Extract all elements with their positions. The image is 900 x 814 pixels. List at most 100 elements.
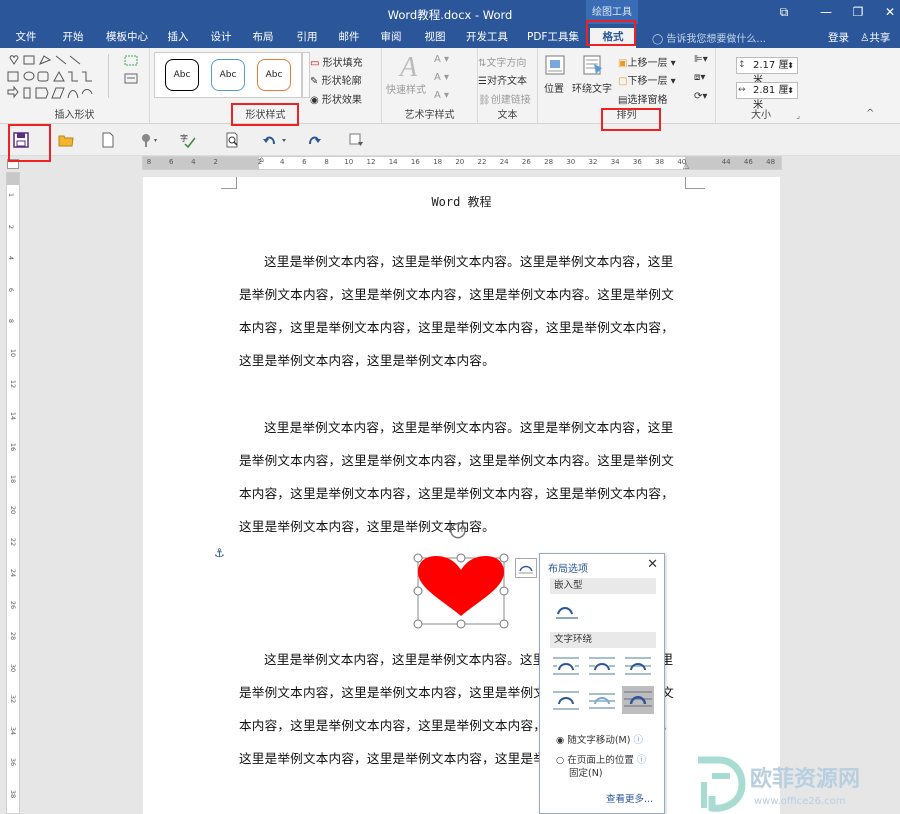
see-more-link[interactable]: 查看更多...	[606, 791, 653, 805]
wrap-text-button[interactable]: 环绕文字	[572, 80, 612, 95]
text-outline-icon[interactable]: A ▾	[434, 72, 449, 83]
body-line[interactable]: 本内容，这里是举例文本内容，这里是举例文本内容，这里是举例文本内容，	[239, 483, 674, 502]
document-page[interactable]: Word 教程 这里是举例文本内容，这里是举例文本内容。这里是举例文本内容，这里…	[143, 177, 780, 814]
height-spinner-icon[interactable]: ⬍	[787, 58, 794, 73]
tab-home[interactable]: 开始	[56, 28, 90, 48]
tab-view[interactable]: 视图	[418, 28, 452, 48]
info-icon[interactable]: ⓘ	[637, 755, 647, 766]
group-label-wordart: 艺术字样式	[404, 110, 455, 121]
width-spinner-icon[interactable]: ⬍	[787, 83, 794, 98]
bring-forward-button[interactable]: ▣上移一层 ▾	[618, 54, 676, 69]
tab-layout[interactable]: 布局	[246, 28, 280, 48]
fix-position-radio[interactable]: ○ 在页面上的位置 ⓘ	[556, 752, 646, 766]
position-button[interactable]: 位置	[544, 80, 564, 95]
share-button[interactable]: ♙共享	[860, 30, 890, 45]
wrap-square-icon[interactable]	[552, 654, 580, 678]
align-icon[interactable]: ⊫▾	[694, 54, 708, 65]
tell-me-search[interactable]: ◯ 告诉我您想要做什么...	[652, 30, 766, 45]
tab-insert[interactable]: 插入	[162, 28, 194, 48]
vertical-ruler[interactable]: 1 2 4 6 8 10 12 14 16 18 20 22 24 26 28 30 32 34 36 38	[6, 172, 20, 814]
move-with-text-radio[interactable]: ◉ 随文字移动(M) ⓘ	[556, 732, 643, 746]
shape-gallery-scroll[interactable]	[108, 54, 118, 98]
shape-fill-button[interactable]: ▭ 形状填充	[310, 54, 363, 69]
align-text-button[interactable]: ☰对齐文本	[478, 72, 527, 87]
right-indent-marker-icon[interactable]: △	[683, 161, 689, 170]
anchor-icon[interactable]: ⚓	[214, 546, 225, 560]
tab-template-center[interactable]: 模板中心	[100, 28, 154, 48]
open-folder-icon[interactable]	[58, 132, 74, 148]
group-icon[interactable]: ⧈▾	[694, 72, 705, 83]
restore-button[interactable]: ❐	[850, 4, 866, 20]
rotate-icon[interactable]: ⟳▾	[694, 91, 707, 102]
indent-marker-icon[interactable]: ⌂	[259, 155, 264, 164]
body-line[interactable]: 这里是举例文本内容，这里是举例文本内容。这里是举例文本内容，这里	[264, 251, 673, 270]
vertical-ruler-tick-label: 10	[9, 348, 18, 357]
layout-options-button[interactable]	[515, 558, 537, 578]
body-line[interactable]: 本内容，这里是举例文本内容，这里是举例文本内容，这里是举例文本内容，	[239, 317, 674, 336]
undo-icon[interactable]	[262, 132, 290, 148]
close-button[interactable]: ✕	[882, 4, 898, 20]
shape-outline-button[interactable]: ✎ 形状轮廓	[310, 72, 362, 87]
spelling-check-icon[interactable]: 字	[180, 132, 196, 149]
body-line[interactable]: 这里是举例文本内容，这里是举例文本内容。	[239, 350, 495, 369]
ruler-tick-label: 8	[146, 158, 152, 166]
redo-icon[interactable]	[306, 132, 322, 148]
body-line[interactable]: 这里是举例文本内容，这里是举例文本内容。这里是举例文本内容，这里	[264, 417, 673, 436]
shape-effects-button[interactable]: ◉ 形状效果	[310, 91, 362, 106]
size-dialog-launcher-icon[interactable]: ⌟	[796, 111, 800, 120]
selection-pane-button[interactable]: ▤选择窗格	[618, 91, 667, 106]
login-link[interactable]: 登录	[828, 30, 849, 45]
create-link-button[interactable]: ⛓创建链接	[478, 91, 531, 106]
radio-selected-icon: ◉	[556, 735, 565, 746]
wrap-tight-icon[interactable]	[588, 654, 616, 678]
info-icon[interactable]: ⓘ	[633, 735, 643, 746]
document-header[interactable]: Word 教程	[143, 193, 780, 210]
quick-styles-button[interactable]: 快速样式	[386, 81, 426, 96]
ruler-tick-label: 38	[655, 158, 665, 166]
text-direction-button[interactable]: ⇅文字方向	[478, 54, 526, 69]
style-gallery-scroll[interactable]	[302, 52, 310, 98]
vertical-ruler-tick-label: 36	[9, 757, 18, 767]
touch-mode-icon[interactable]	[140, 132, 157, 148]
shape-gallery[interactable]	[6, 54, 104, 100]
body-line[interactable]: 是举例文本内容，这里是举例文本内容，这里是举例文本内容。这里是举例文	[239, 450, 674, 469]
watermark-logo: 欧菲资源网 www.office26.com	[690, 752, 900, 814]
tab-mailings[interactable]: 邮件	[332, 28, 366, 48]
text-effects-icon[interactable]: A ▾	[434, 90, 449, 101]
wrap-through-icon[interactable]	[624, 654, 652, 678]
group-size: 2.17 厘米 ⬍ ↕ 2.81 厘米 ⬍ ↔ 大小 ⌟	[716, 48, 806, 124]
position-icon[interactable]	[544, 54, 566, 79]
horizontal-ruler[interactable]: 8 6 4 2 2 4 6 8 10 12 14 16 18 20 22 24 26 28 30 32 34 36 38 40…	[142, 155, 782, 170]
wrap-behind-text-icon[interactable]	[588, 688, 616, 712]
group-label-size: 大小	[751, 110, 771, 121]
customize-qat-icon[interactable]	[348, 132, 364, 148]
send-backward-button[interactable]: ▢下移一层 ▾	[618, 72, 676, 87]
wrap-inline-icon[interactable]	[554, 600, 582, 624]
shape-style-orange[interactable]: Abc	[257, 59, 291, 91]
wrap-text-icon[interactable]	[582, 54, 604, 79]
new-document-icon[interactable]	[100, 132, 116, 148]
layout-options-close-icon[interactable]: ✕	[647, 557, 658, 572]
tab-file[interactable]: 文件	[10, 28, 42, 48]
tab-design[interactable]: 设计	[204, 28, 238, 48]
ribbon-display-options-icon[interactable]: ⧉	[776, 4, 792, 20]
text-fill-icon[interactable]: A ▾	[434, 54, 449, 65]
ruler-tick-label: 24	[499, 158, 509, 166]
tab-pdf-tools[interactable]: PDF工具集	[524, 28, 582, 48]
tab-review[interactable]: 审阅	[374, 28, 408, 48]
edit-shape-icon[interactable]	[124, 54, 142, 68]
body-line[interactable]: 是举例文本内容，这里是举例文本内容，这里是举例文本内容。这里是举例文	[239, 284, 674, 303]
group-label-text: 文本	[497, 110, 518, 121]
wrap-in-front-of-text-icon[interactable]	[622, 686, 654, 714]
text-box-icon[interactable]	[124, 72, 142, 86]
heart-shape[interactable]	[412, 520, 512, 632]
tab-references[interactable]: 引用	[290, 28, 324, 48]
collapse-ribbon-icon[interactable]: ^	[866, 108, 874, 119]
print-preview-icon[interactable]	[224, 132, 240, 148]
tab-developer[interactable]: 开发工具	[462, 28, 512, 48]
wrap-top-bottom-icon[interactable]	[552, 688, 580, 712]
shape-style-blue[interactable]: Abc	[211, 59, 245, 91]
shape-style-black[interactable]: Abc	[165, 59, 199, 91]
minimize-button[interactable]: —	[818, 4, 834, 20]
svg-text:A: A	[398, 52, 418, 80]
